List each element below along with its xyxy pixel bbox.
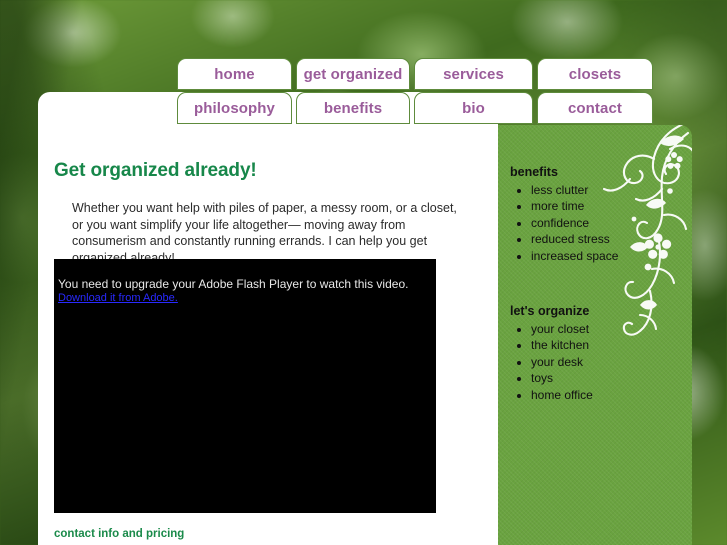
page-root: home get organized services closets phil…	[0, 0, 727, 545]
organize-your-desk[interactable]: your desk	[531, 355, 583, 369]
sidebar-benefits-block: benefits less clutter more time confiden…	[510, 165, 680, 264]
content-panel: Get organized already! Whether you want …	[38, 92, 498, 545]
organize-the-kitchen[interactable]: the kitchen	[531, 338, 589, 352]
flash-video-placeholder[interactable]: You need to upgrade your Adobe Flash Pla…	[54, 259, 436, 513]
nav-benefits[interactable]: benefits	[296, 92, 410, 124]
nav-contact[interactable]: contact	[537, 92, 653, 124]
list-item: the kitchen	[531, 337, 680, 353]
benefit-more-time[interactable]: more time	[531, 199, 584, 213]
sidebar-lets-organize-heading: let's organize	[510, 304, 590, 318]
list-item: toys	[531, 370, 680, 386]
benefit-less-clutter[interactable]: less clutter	[531, 183, 588, 197]
sidebar-panel: benefits less clutter more time confiden…	[498, 125, 692, 545]
organize-your-closet[interactable]: your closet	[531, 322, 589, 336]
sidebar-lets-organize-block: let's organize your closet the kitchen y…	[510, 304, 680, 403]
list-item: your desk	[531, 354, 680, 370]
sidebar-benefits-list: less clutter more time confidence reduce…	[510, 182, 680, 264]
flash-upgrade-message: You need to upgrade your Adobe Flash Pla…	[58, 277, 409, 291]
intro-paragraph: Whether you want help with piles of pape…	[72, 201, 457, 265]
nav-home[interactable]: home	[177, 58, 292, 90]
main-navigation: home get organized services closets phil…	[177, 58, 653, 124]
list-item: reduced stress	[531, 231, 680, 247]
nav-closets[interactable]: closets	[537, 58, 653, 90]
benefit-reduced-stress[interactable]: reduced stress	[531, 232, 610, 246]
sidebar-benefits-heading: benefits	[510, 165, 558, 179]
organize-toys[interactable]: toys	[531, 371, 553, 385]
list-item: less clutter	[531, 182, 680, 198]
download-flash-link[interactable]: Download it from Adobe.	[58, 292, 178, 304]
benefit-increased-space[interactable]: increased space	[531, 249, 618, 263]
contact-info-and-pricing-link[interactable]: contact info and pricing	[54, 528, 184, 540]
page-title: Get organized already!	[54, 160, 257, 181]
organize-home-office[interactable]: home office	[531, 388, 593, 402]
list-item: confidence	[531, 215, 680, 231]
list-item: home office	[531, 387, 680, 403]
list-item: increased space	[531, 248, 680, 264]
sidebar-lets-organize-list: your closet the kitchen your desk toys h…	[510, 321, 680, 403]
nav-services[interactable]: services	[414, 58, 533, 90]
list-item: your closet	[531, 321, 680, 337]
nav-get-organized[interactable]: get organized	[296, 58, 410, 90]
nav-bio[interactable]: bio	[414, 92, 533, 124]
nav-row-bottom: philosophy benefits bio contact	[177, 92, 653, 124]
nav-philosophy[interactable]: philosophy	[177, 92, 292, 124]
nav-row-top: home get organized services closets	[177, 58, 653, 90]
list-item: more time	[531, 198, 680, 214]
benefit-confidence[interactable]: confidence	[531, 216, 589, 230]
